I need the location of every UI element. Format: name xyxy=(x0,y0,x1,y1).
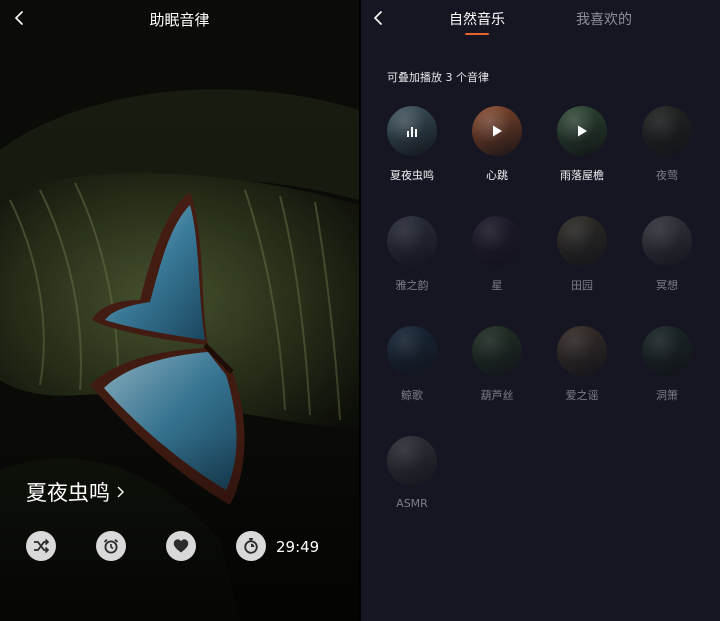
sound-label: 洞箫 xyxy=(656,389,678,402)
sound-label: 夏夜虫鸣 xyxy=(390,169,434,182)
sound-thumbnail xyxy=(642,216,692,266)
sound-item[interactable]: 雨落屋檐 xyxy=(549,106,615,183)
sound-label: 爱之谣 xyxy=(565,389,599,402)
sound-thumbnail xyxy=(557,326,607,376)
sound-item[interactable]: 星 xyxy=(464,216,530,293)
sound-item[interactable]: 夜莺 xyxy=(634,106,700,183)
sound-item[interactable]: 葫芦丝 xyxy=(464,326,530,403)
sound-item[interactable]: 鲸歌 xyxy=(379,326,445,403)
shuffle-icon xyxy=(34,538,50,554)
sound-label: 田园 xyxy=(571,279,593,292)
active-tab-indicator xyxy=(465,33,489,35)
sound-label: ASMR xyxy=(396,497,428,510)
sound-label: 冥想 xyxy=(656,279,678,292)
track-name-link[interactable]: 夏夜虫鸣 xyxy=(26,477,126,507)
shuffle-button[interactable] xyxy=(26,531,56,561)
sound-label: 雅之韵 xyxy=(395,279,429,292)
sound-thumbnail xyxy=(472,106,522,156)
butterfly-leaf-image xyxy=(0,0,359,621)
sound-thumbnail xyxy=(557,106,607,156)
player-panel: 助眠音律 夏夜虫鸣 29:49 xyxy=(0,0,359,621)
alarm-button[interactable] xyxy=(96,531,126,561)
sleep-timer-button[interactable] xyxy=(236,531,266,561)
chevron-right-icon xyxy=(117,486,124,498)
sound-label: 星 xyxy=(491,279,503,292)
timer-remaining: 29:49 xyxy=(276,538,320,556)
sound-thumbnail xyxy=(387,326,437,376)
back-arrow-icon[interactable] xyxy=(370,9,388,27)
stack-hint: 可叠加播放 3 个音律 xyxy=(387,71,489,84)
sound-thumbnail xyxy=(387,216,437,266)
sound-thumbnail xyxy=(642,106,692,156)
sound-item[interactable]: ASMR xyxy=(379,436,445,510)
sound-thumbnail xyxy=(642,326,692,376)
sound-item[interactable]: 爱之谣 xyxy=(549,326,615,403)
sound-item[interactable]: 夏夜虫鸣 xyxy=(379,106,445,183)
track-name: 夏夜虫鸣 xyxy=(26,481,110,505)
sound-label: 鲸歌 xyxy=(401,389,423,402)
sound-label: 雨落屋檐 xyxy=(560,169,604,182)
sound-library-panel: 自然音乐 我喜欢的 可叠加播放 3 个音律 夏夜虫鸣 心跳 雨落屋檐 夜莺雅之韵 星 田园… xyxy=(361,0,720,621)
player-header: 助眠音律 xyxy=(0,0,359,36)
sound-thumbnail xyxy=(387,106,437,156)
page-title: 助眠音律 xyxy=(149,11,210,29)
heart-icon xyxy=(173,539,189,553)
equalizer-icon xyxy=(407,127,417,137)
sound-thumbnail xyxy=(387,436,437,486)
play-icon xyxy=(493,125,502,137)
tab-favorites[interactable]: 我喜欢的 xyxy=(576,9,632,29)
timer-icon xyxy=(244,538,258,554)
sound-item[interactable]: 田园 xyxy=(549,216,615,293)
favorite-button[interactable] xyxy=(166,531,196,561)
alarm-clock-icon xyxy=(103,538,119,554)
sound-label: 葫芦丝 xyxy=(480,389,514,402)
sound-item[interactable]: 洞箫 xyxy=(634,326,700,403)
sound-item[interactable]: 雅之韵 xyxy=(379,216,445,293)
sound-item[interactable]: 冥想 xyxy=(634,216,700,293)
sound-thumbnail xyxy=(557,216,607,266)
sound-label: 心跳 xyxy=(486,169,508,182)
sound-thumbnail xyxy=(472,216,522,266)
tab-natural-music[interactable]: 自然音乐 xyxy=(449,9,505,29)
sound-thumbnail xyxy=(472,326,522,376)
sound-item[interactable]: 心跳 xyxy=(464,106,530,183)
play-icon xyxy=(578,125,587,137)
sound-label: 夜莺 xyxy=(656,169,678,182)
